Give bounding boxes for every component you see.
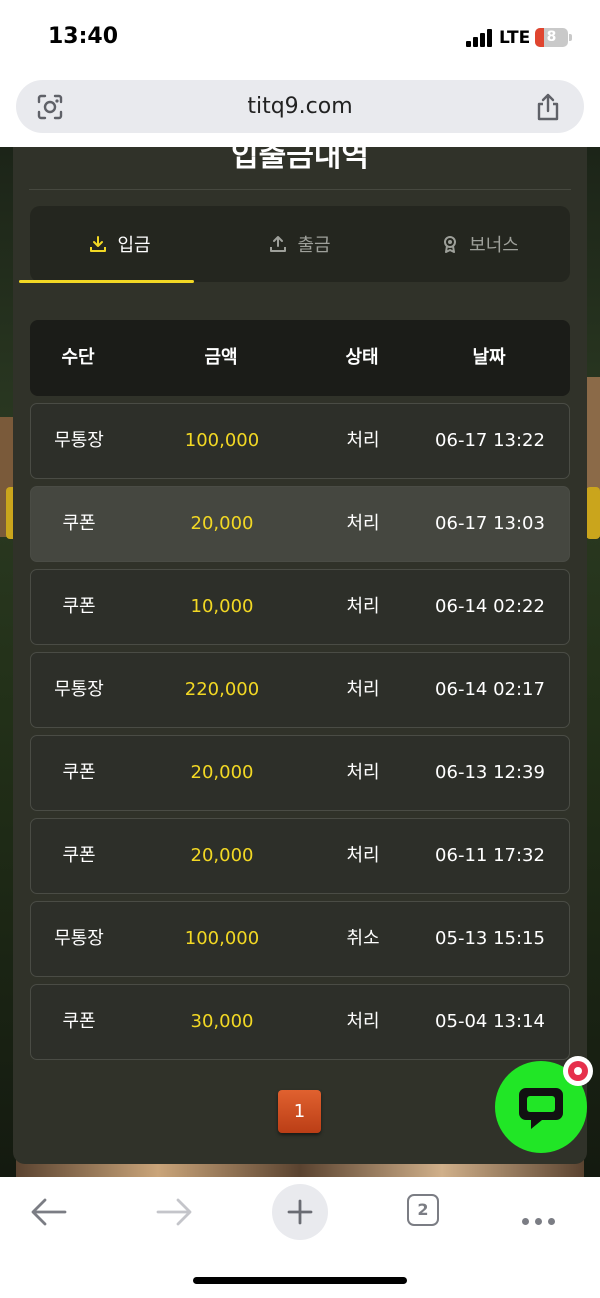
row-method: 무통장	[54, 679, 104, 700]
title-divider	[29, 189, 571, 190]
row-amount: 20,000	[190, 513, 254, 534]
row-date: 06-14 02:22	[435, 596, 545, 617]
tab-switcher-button[interactable]: 2	[407, 1194, 439, 1226]
row-status: 처리	[346, 596, 380, 617]
row-date: 06-17 13:03	[435, 513, 545, 534]
column-amount: 금액	[204, 347, 238, 368]
page-button[interactable]: 1	[278, 1090, 321, 1133]
upload-icon	[270, 236, 287, 252]
row-date: 06-17 13:22	[435, 430, 545, 451]
tab-withdraw-label: 출금	[297, 235, 331, 256]
table-row[interactable]: 쿠폰 10,000 처리 06-14 02:22	[30, 569, 570, 645]
home-indicator	[193, 1277, 407, 1284]
chat-bubble-icon	[519, 1088, 563, 1129]
column-date: 날짜	[472, 347, 506, 368]
signal-icon	[466, 29, 494, 47]
table-row[interactable]: 무통장 220,000 처리 06-14 02:17	[30, 652, 570, 728]
row-status: 취소	[346, 928, 380, 949]
row-amount: 30,000	[190, 1011, 254, 1032]
column-status: 상태	[345, 347, 379, 368]
forward-arrow-icon[interactable]	[155, 1197, 193, 1227]
row-method: 쿠폰	[62, 762, 96, 783]
row-amount: 10,000	[190, 596, 254, 617]
row-amount: 100,000	[184, 430, 260, 451]
table-header: 수단 금액 상태 날짜	[30, 320, 570, 396]
table-row[interactable]: 무통장 100,000 처리 06-17 13:22	[30, 403, 570, 479]
row-status: 처리	[346, 430, 380, 451]
row-status: 처리	[346, 513, 380, 534]
more-menu-icon[interactable]	[522, 1210, 561, 1229]
row-amount: 20,000	[190, 762, 254, 783]
address-bar[interactable]: titq9.com	[16, 80, 584, 133]
tab-bar: 입금 출금 보너스	[30, 206, 570, 282]
table-row[interactable]: 쿠폰 20,000 처리 06-17 13:03	[30, 486, 570, 562]
row-status: 처리	[346, 1011, 380, 1032]
row-amount: 100,000	[184, 928, 260, 949]
row-date: 05-13 15:15	[435, 928, 545, 949]
lens-icon[interactable]	[36, 93, 64, 121]
share-icon[interactable]	[534, 92, 562, 122]
download-icon	[90, 236, 107, 252]
modal-title: 입출금내역	[231, 139, 369, 174]
table-row[interactable]: 쿠폰 20,000 처리 06-11 17:32	[30, 818, 570, 894]
notification-badge	[563, 1056, 593, 1086]
column-method: 수단	[61, 347, 95, 368]
row-amount: 220,000	[184, 679, 260, 700]
row-status: 처리	[346, 845, 380, 866]
row-date: 05-04 13:14	[435, 1011, 545, 1032]
tab-deposit-label: 입금	[117, 235, 151, 256]
row-method: 쿠폰	[62, 596, 96, 617]
medal-icon	[444, 236, 457, 253]
table-row[interactable]: 무통장 100,000 취소 05-13 15:15	[30, 901, 570, 977]
battery-level: 8	[546, 29, 557, 45]
url-text[interactable]: titq9.com	[16, 80, 584, 133]
row-method: 쿠폰	[62, 1011, 96, 1032]
new-tab-button[interactable]	[272, 1184, 328, 1240]
row-method: 쿠폰	[62, 845, 96, 866]
back-arrow-icon[interactable]	[30, 1197, 68, 1227]
table-row[interactable]: 쿠폰 30,000 처리 05-04 13:14	[30, 984, 570, 1060]
status-bar: 13:40 LTE 8	[0, 0, 600, 76]
row-date: 06-14 02:17	[435, 679, 545, 700]
row-status: 처리	[346, 679, 380, 700]
tab-deposit[interactable]: 입금	[30, 206, 210, 282]
plus-icon	[287, 1199, 313, 1225]
row-date: 06-13 12:39	[435, 762, 545, 783]
battery-icon: 8	[535, 28, 572, 47]
row-date: 06-11 17:32	[435, 845, 545, 866]
tab-bonus-label: 보너스	[469, 235, 519, 256]
status-time: 13:40	[48, 24, 119, 49]
row-status: 처리	[346, 762, 380, 783]
tab-withdraw[interactable]: 출금	[210, 206, 390, 282]
browser-toolbar: 2	[0, 1177, 600, 1298]
active-tab-indicator	[19, 280, 194, 283]
tab-bonus[interactable]: 보너스	[390, 206, 570, 282]
network-label: LTE	[499, 28, 531, 48]
transaction-history-modal: 입출금내역 입금 출금 보너스 수단 금액 상태 날짜 무통장 100,000 …	[13, 139, 587, 1164]
row-amount: 20,000	[190, 845, 254, 866]
table-row[interactable]: 쿠폰 20,000 처리 06-13 12:39	[30, 735, 570, 811]
row-method: 무통장	[54, 928, 104, 949]
row-method: 무통장	[54, 430, 104, 451]
row-method: 쿠폰	[62, 513, 96, 534]
